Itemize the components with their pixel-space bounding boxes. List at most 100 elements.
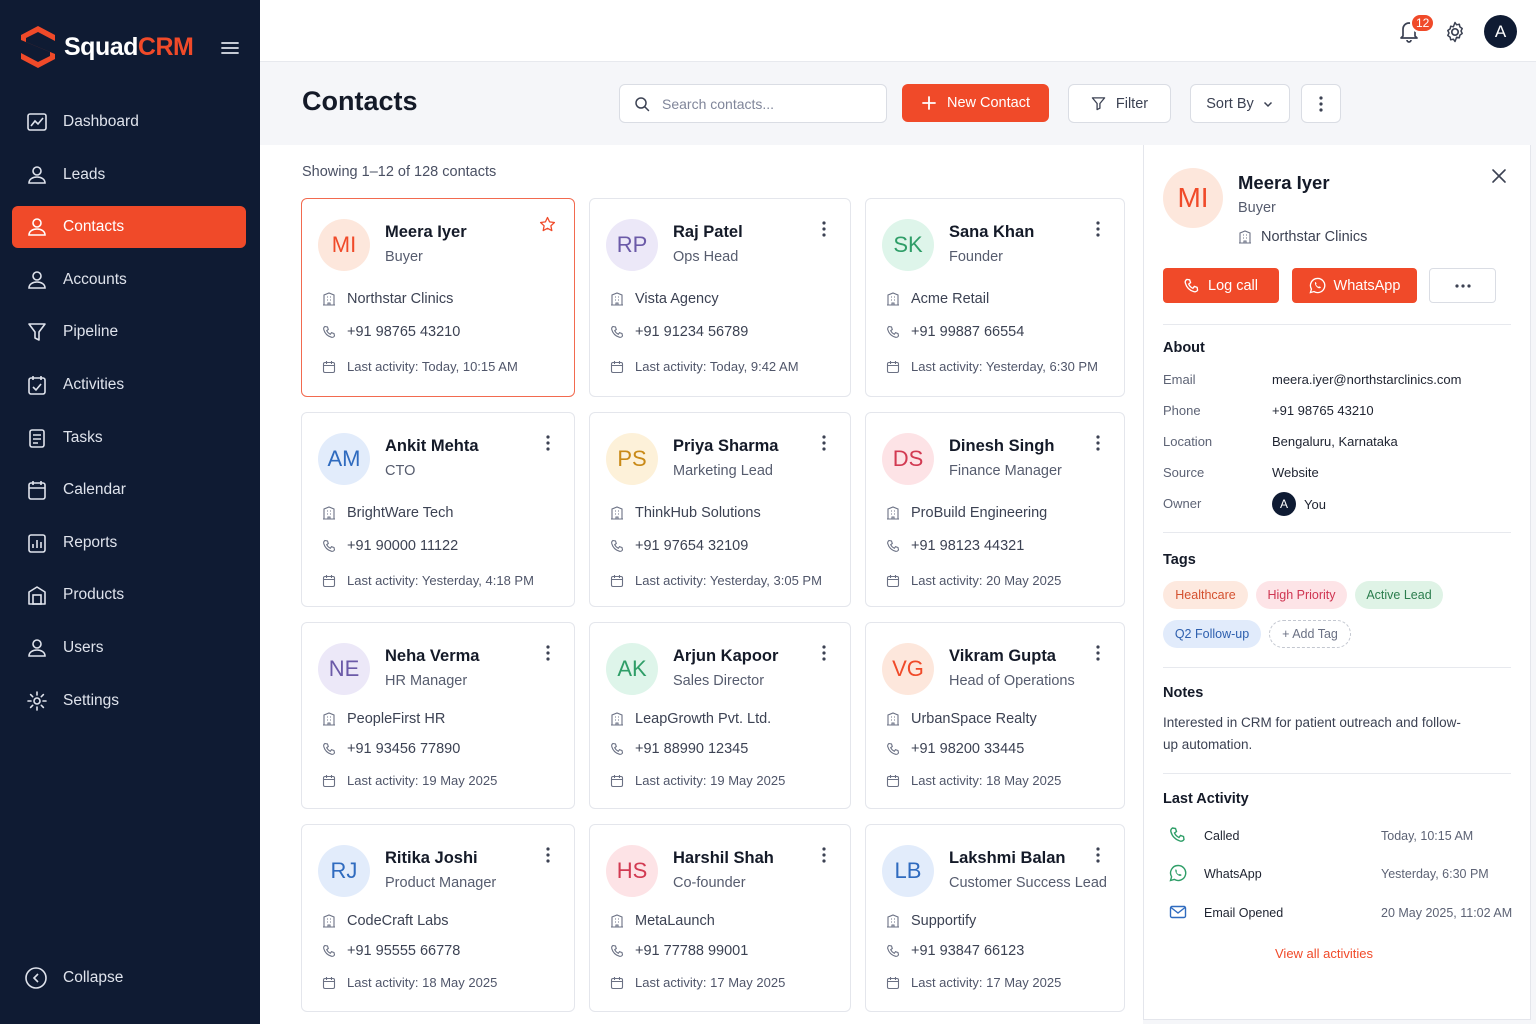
contact-name[interactable]: Dinesh Singh — [949, 437, 1054, 456]
new-contact-button[interactable]: New Contact — [902, 84, 1049, 122]
gear-icon[interactable] — [1443, 20, 1467, 44]
contact-phone-row[interactable]: +91 98123 44321 — [886, 538, 1024, 554]
contact-card[interactable]: SK Sana Khan Founder Acme Retail +91 99887 6… — [865, 198, 1125, 397]
sidebar-item-pipeline[interactable]: Pipeline — [12, 311, 246, 353]
contact-company-row: BrightWare Tech — [322, 505, 453, 521]
contact-name[interactable]: Ritika Joshi — [385, 849, 478, 868]
view-all-activities-link[interactable]: View all activities — [1275, 946, 1373, 961]
contact-card[interactable]: HS Harshil Shah Co-founder MetaLaunch +91 77… — [589, 824, 851, 1012]
tag-high-priority[interactable]: High Priority — [1256, 581, 1347, 609]
contact-card[interactable]: LB Lakshmi Balan Customer Success Lead Supp… — [865, 824, 1125, 1012]
contact-name[interactable]: Sana Khan — [949, 223, 1034, 242]
contact-phone-row[interactable]: +91 90000 11122 — [322, 538, 458, 554]
sidebar-item-calendar[interactable]: Calendar — [12, 469, 246, 511]
close-icon[interactable] — [1491, 168, 1507, 184]
contact-phone-row[interactable]: +91 98765 43210 — [322, 324, 460, 340]
contact-name[interactable]: Raj Patel — [673, 223, 743, 242]
contact-phone-row[interactable]: +91 77788 99001 — [610, 943, 748, 959]
kebab-icon[interactable] — [546, 645, 550, 661]
contact-phone-row[interactable]: +91 88990 12345 — [610, 741, 748, 757]
sidebar-item-label: Products — [63, 586, 125, 604]
phone-icon — [1170, 827, 1185, 842]
kebab-icon[interactable] — [546, 435, 550, 451]
calendar-icon — [886, 574, 900, 587]
whatsapp-button[interactable]: WhatsApp — [1292, 268, 1417, 303]
contact-name[interactable]: Arjun Kapoor — [673, 647, 778, 666]
sidebar-item-tasks[interactable]: Tasks — [12, 417, 246, 459]
plus-icon — [922, 96, 936, 110]
squad-logo-icon — [21, 26, 55, 68]
contact-phone-row[interactable]: +91 93847 66123 — [886, 943, 1024, 959]
contact-name[interactable]: Neha Verma — [385, 647, 479, 666]
contact-name[interactable]: Meera Iyer — [385, 223, 467, 242]
sidebar-item-contacts[interactable]: Contacts — [12, 206, 246, 249]
add-tag-button[interactable]: + Add Tag — [1269, 620, 1351, 648]
filter-button[interactable]: Filter — [1068, 84, 1171, 123]
hamburger-menu-icon[interactable] — [220, 38, 240, 58]
contact-name[interactable]: Ankit Mehta — [385, 437, 479, 456]
search-box[interactable] — [619, 84, 887, 123]
contact-phone-row[interactable]: +91 91234 56789 — [610, 324, 748, 340]
more-options-button[interactable] — [1301, 84, 1341, 123]
contact-card[interactable]: NE Neha Verma HR Manager PeopleFirst HR +91 … — [301, 622, 575, 809]
contact-name[interactable]: Vikram Gupta — [949, 647, 1056, 666]
search-input[interactable] — [662, 95, 862, 112]
about-value-phone[interactable]: +91 98765 43210 — [1272, 403, 1374, 418]
tag-q2-follow-up[interactable]: Q2 Follow-up — [1163, 620, 1261, 648]
contact-phone-row[interactable]: +91 98200 33445 — [886, 741, 1024, 757]
kebab-icon[interactable] — [1096, 645, 1100, 661]
contact-card[interactable]: DS Dinesh Singh Finance Manager ProBuild En… — [865, 412, 1125, 607]
calendar-icon — [886, 360, 900, 373]
detail-more-button[interactable] — [1429, 268, 1496, 303]
contact-card[interactable]: PS Priya Sharma Marketing Lead ThinkHub Sol… — [589, 412, 851, 607]
contact-card[interactable]: AM Ankit Mehta CTO BrightWare Tech +91 90000… — [301, 412, 575, 607]
sidebar-item-users[interactable]: Users — [12, 627, 246, 669]
contact-card[interactable]: MI Meera Iyer Buyer Northstar Clinics +91 98… — [301, 198, 575, 397]
tag-healthcare[interactable]: Healthcare — [1163, 581, 1248, 609]
kebab-icon[interactable] — [1096, 435, 1100, 451]
contact-card[interactable]: RJ Ritika Joshi Product Manager CodeCraft L… — [301, 824, 575, 1012]
kebab-icon[interactable] — [1096, 221, 1100, 237]
contact-name[interactable]: Lakshmi Balan — [949, 849, 1065, 868]
about-value-email[interactable]: meera.iyer@northstarclinics.com — [1272, 372, 1461, 387]
kebab-icon[interactable] — [822, 221, 826, 237]
sidebar-item-products[interactable]: Products — [12, 574, 246, 616]
brand-logo[interactable]: SquadCRM — [18, 24, 194, 70]
star-icon[interactable] — [539, 216, 556, 233]
building-icon — [887, 506, 899, 520]
sort-by-dropdown[interactable]: Sort By — [1190, 84, 1290, 123]
contact-card[interactable]: VG Vikram Gupta Head of Operations UrbanSpa… — [865, 622, 1125, 809]
sidebar-item-dashboard[interactable]: Dashboard — [12, 101, 246, 143]
sidebar-item-leads[interactable]: Leads — [12, 154, 246, 196]
contact-last-activity: Last activity: 19 May 2025 — [347, 773, 498, 788]
contact-phone-row[interactable]: +91 93456 77890 — [322, 741, 460, 757]
sidebar-item-accounts[interactable]: Accounts — [12, 259, 246, 301]
kebab-icon[interactable] — [546, 847, 550, 863]
contact-name[interactable]: Harshil Shah — [673, 849, 774, 868]
notes-title: Notes — [1163, 685, 1204, 701]
sidebar-item-settings[interactable]: Settings — [12, 680, 246, 722]
kebab-icon[interactable] — [822, 645, 826, 661]
contact-phone-row[interactable]: +91 99887 66554 — [886, 324, 1024, 340]
contact-card[interactable]: AK Arjun Kapoor Sales Director LeapGrowth P… — [589, 622, 851, 809]
about-value-owner[interactable]: A You — [1272, 492, 1326, 516]
calendar-icon — [610, 976, 624, 989]
contact-phone: +91 91234 56789 — [635, 324, 749, 340]
kebab-icon[interactable] — [822, 435, 826, 451]
contact-role: Customer Success Lead — [949, 875, 1107, 891]
activities-icon — [28, 375, 46, 395]
contact-phone-row[interactable]: +91 95555 66778 — [322, 943, 460, 959]
collapse-button[interactable]: Collapse — [24, 966, 123, 990]
contact-activity-row: Last activity: 19 May 2025 — [610, 773, 785, 788]
log-call-button[interactable]: Log call — [1163, 268, 1279, 303]
contact-phone-row[interactable]: +91 97654 32109 — [610, 538, 748, 554]
kebab-icon[interactable] — [1096, 847, 1100, 863]
sidebar-item-activities[interactable]: Activities — [12, 364, 246, 406]
contact-card[interactable]: RP Raj Patel Ops Head Vista Agency +91 91234… — [589, 198, 851, 397]
contact-name[interactable]: Priya Sharma — [673, 437, 778, 456]
sidebar-item-reports[interactable]: Reports — [12, 522, 246, 564]
kebab-icon[interactable] — [822, 847, 826, 863]
user-avatar[interactable]: A — [1484, 15, 1517, 48]
divider — [1163, 667, 1511, 668]
tag-active-lead[interactable]: Active Lead — [1355, 581, 1443, 609]
